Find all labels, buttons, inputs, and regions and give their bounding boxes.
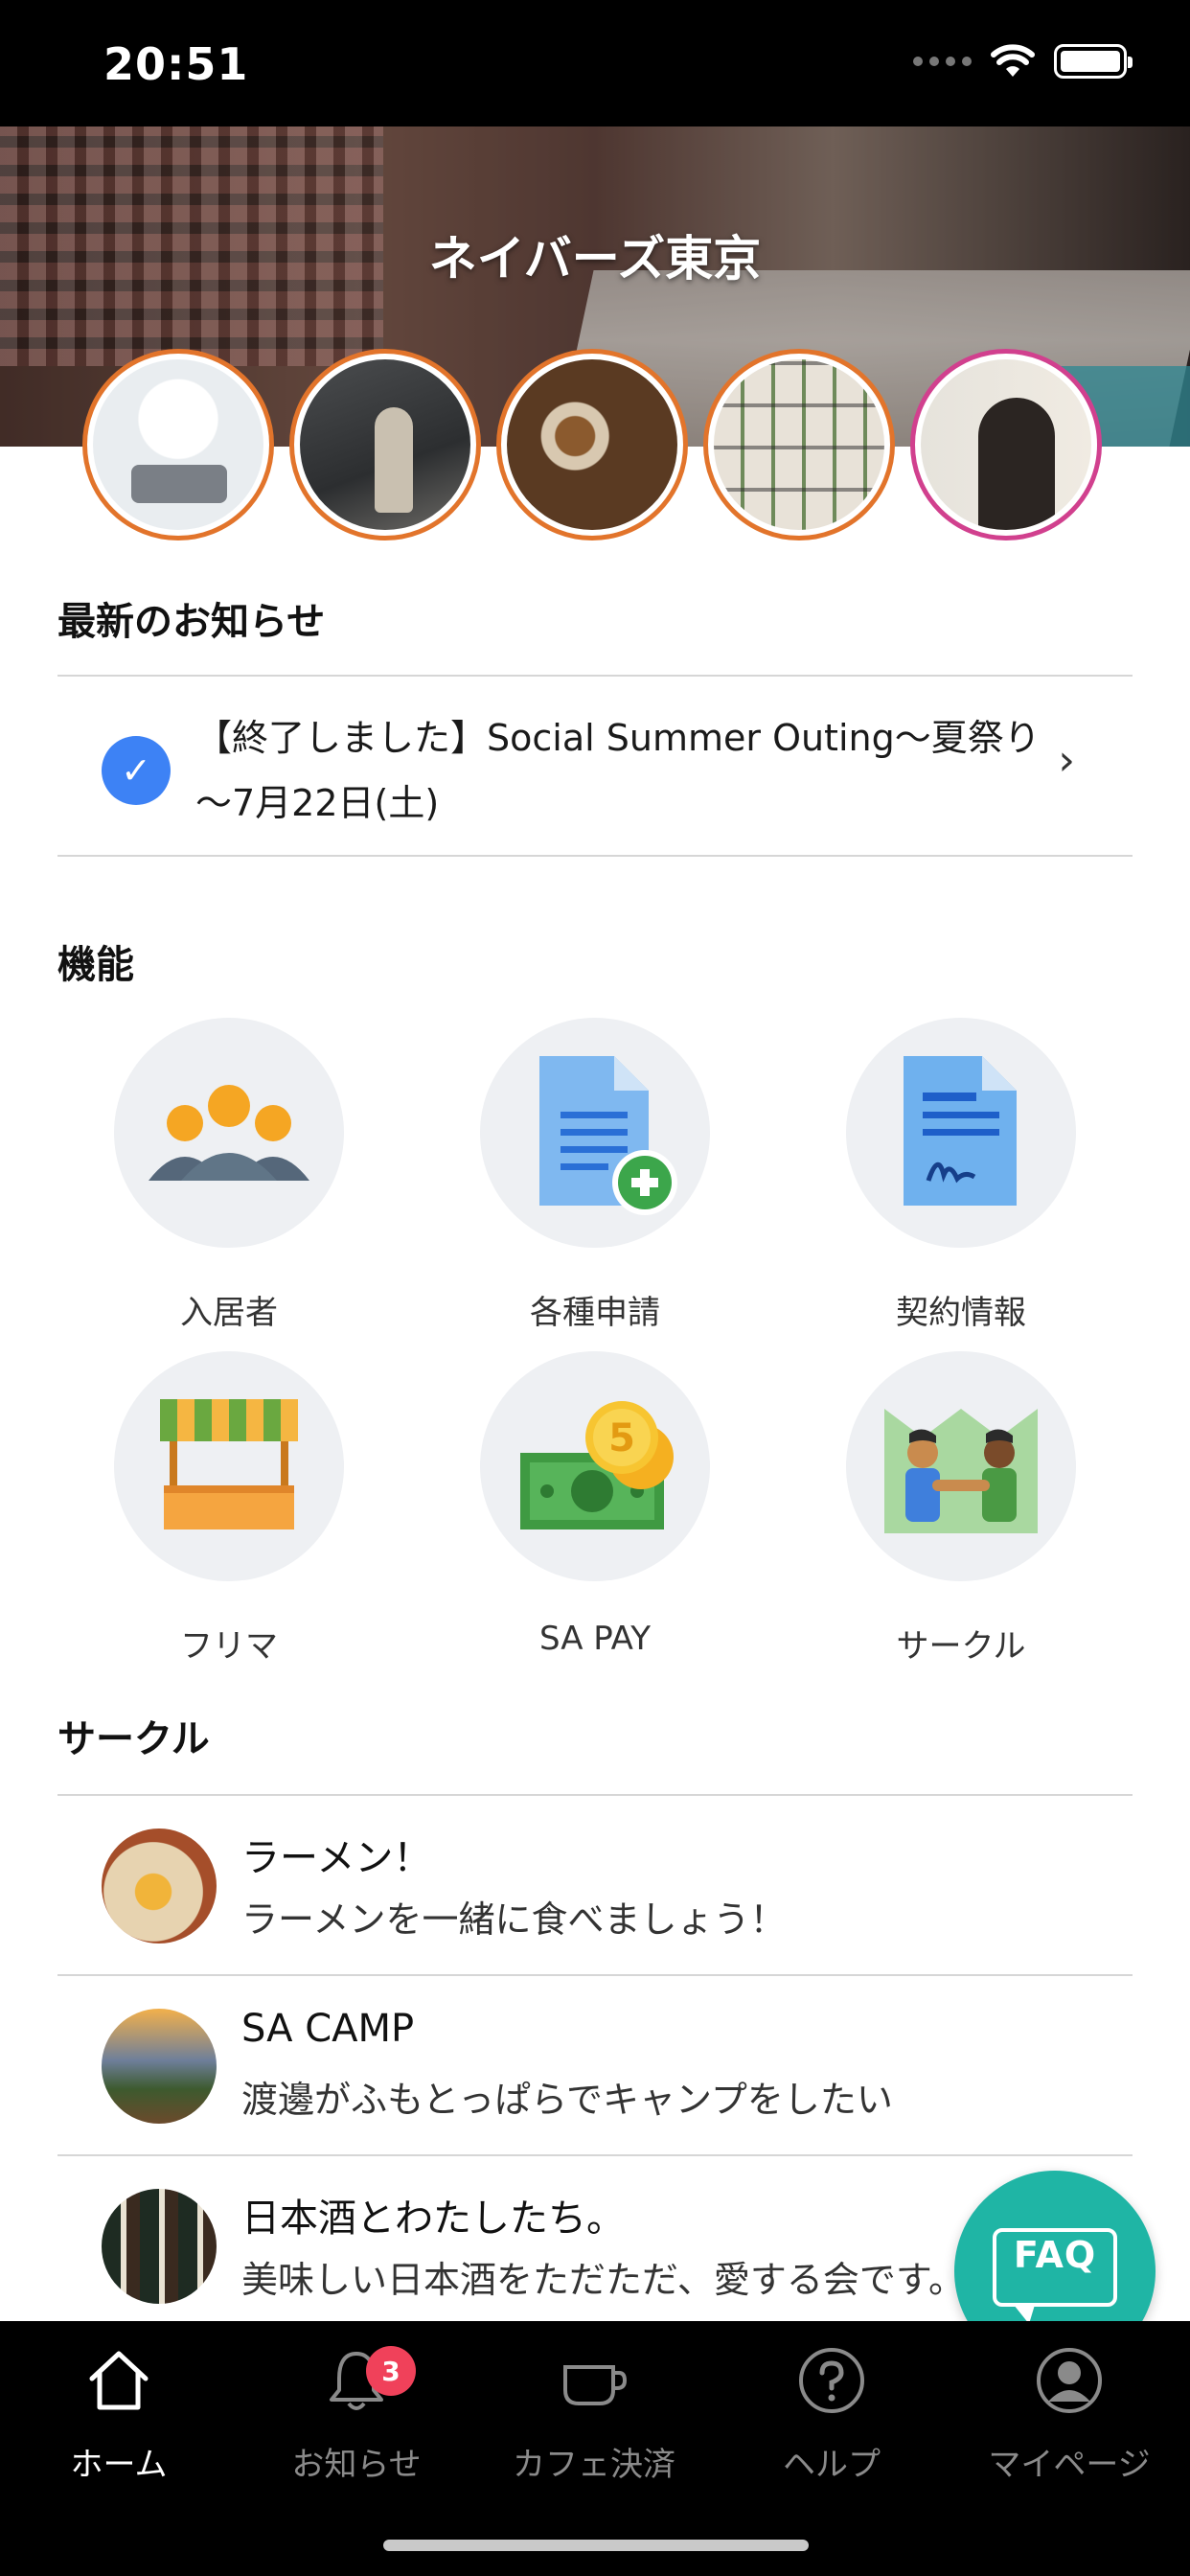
news-item-text: 【終了しました】Social Summer Outing～夏祭り～7月22日(土… [195,717,1041,824]
circle-name: ラーメン！ [241,1836,432,1880]
signal-icon [913,57,972,66]
features-section-title: 機能 [57,943,134,987]
circle-thumbnail [102,2189,217,2304]
faq-label: FAQ [1013,2234,1097,2276]
flea-market-icon [114,1351,344,1581]
feature-application[interactable]: 各種申請 [451,1018,739,1333]
list-item[interactable]: SA CAMP 渡邊がふもとっぱらでキャンプをしたい [57,1974,1133,2154]
news-section-title: 最新のお知らせ [57,600,326,644]
bell-icon: 3 [238,2340,475,2421]
circle-thumbnail [102,2009,217,2124]
user-icon [950,2340,1188,2421]
story-avatar[interactable] [496,349,688,540]
wifi-icon [991,44,1035,77]
battery-icon [1054,44,1133,79]
story-avatar[interactable] [82,349,274,540]
story-avatar[interactable] [289,349,481,540]
feature-label: フリマ [180,1627,278,1666]
tab-mypage[interactable]: マイページ [950,2340,1188,2485]
circle-icon [846,1351,1076,1581]
feature-flea-market[interactable]: フリマ [85,1351,373,1667]
status-time: 20:51 [103,38,249,90]
circle-description: 美味しい日本酒をただただ、愛する会です。 [241,2259,966,2301]
circle-description: 渡邊がふもとっぱらでキャンプをしたい [241,2079,893,2121]
tab-home[interactable]: ホーム [0,2340,238,2485]
chevron-right-icon: › [1058,736,1075,785]
status-bar: 20:51 [0,0,1190,126]
svg-text:5: 5 [608,1416,635,1460]
residents-icon [114,1018,344,1248]
cup-icon [475,2340,713,2421]
contract-icon [846,1018,1076,1248]
circle-thumbnail [102,1828,217,1944]
tab-bar: ホーム 3 お知らせ カフェ決済 ヘルプ マイページ [0,2321,1190,2576]
tab-label: マイページ [988,2446,1151,2484]
circle-name: SA CAMP [241,2007,415,2051]
feature-circle[interactable]: サークル [817,1351,1105,1667]
divider [57,855,1133,857]
application-icon [480,1018,710,1248]
tab-label: ヘルプ [783,2446,881,2484]
home-icon [0,2340,238,2421]
feature-residents[interactable]: 入居者 [85,1018,373,1333]
feature-contract[interactable]: 契約情報 [817,1018,1105,1333]
tab-help[interactable]: ヘルプ [713,2340,950,2485]
check-icon: ✓ [102,736,171,805]
story-avatars [82,349,1117,540]
tab-label: カフェ決済 [513,2446,675,2484]
notification-badge: 3 [366,2346,416,2396]
list-item[interactable]: ラーメン！ ラーメンを一緒に食べましょう！ [57,1794,1133,1974]
feature-label: 入居者 [180,1294,278,1332]
help-icon [713,2340,950,2421]
tab-label: ホーム [70,2446,168,2484]
payment-icon: 5 [480,1351,710,1581]
feature-label: サークル [896,1627,1026,1666]
status-icons [913,44,1133,79]
home-indicator [383,2540,809,2551]
feature-label: 契約情報 [896,1294,1026,1332]
tab-label: お知らせ [291,2446,422,2484]
tab-notifications[interactable]: 3 お知らせ [238,2340,475,2485]
page-title: ネイバーズ東京 [428,231,762,287]
feature-label: SA PAY [539,1620,651,1658]
home-screen: ネイバーズ東京 最新のお知らせ ✓ 【終了しました】Social Summer … [0,126,1190,2321]
circle-description: ラーメンを一緒に食べましょう！ [241,1898,787,1941]
circles-section-title: サークル [57,1717,210,1761]
story-avatar[interactable] [703,349,895,540]
tab-cafe-payment[interactable]: カフェ決済 [475,2340,713,2485]
story-avatar[interactable] [910,349,1102,540]
news-item[interactable]: ✓ 【終了しました】Social Summer Outing～夏祭り～7月22日… [57,677,1133,855]
circle-name: 日本酒とわたしたち。 [241,2196,625,2241]
feature-sa-pay[interactable]: 5 SA PAY [451,1351,739,1658]
feature-label: 各種申請 [530,1294,660,1332]
